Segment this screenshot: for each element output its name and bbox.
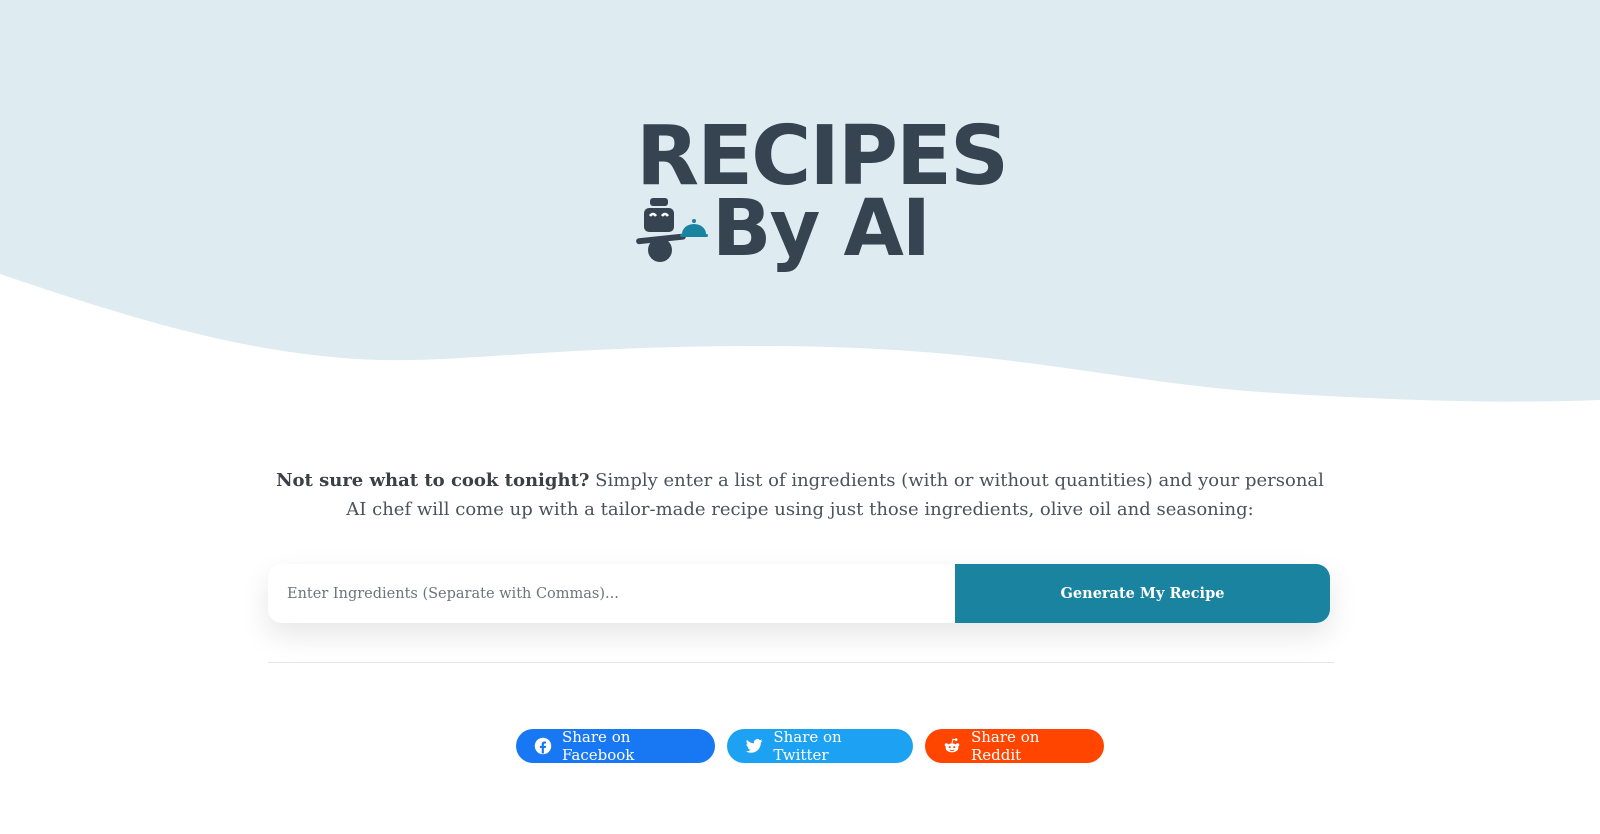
- generate-recipe-button[interactable]: Generate My Recipe: [955, 564, 1330, 623]
- hero-header: RECIPES By AI: [0, 0, 1600, 420]
- ingredients-input[interactable]: [268, 564, 955, 623]
- share-twitter-label: Share on Twitter: [773, 728, 842, 764]
- reddit-icon: [944, 738, 960, 753]
- share-reddit-label: Share on Reddit: [971, 728, 1040, 764]
- share-reddit-button[interactable]: Share on Reddit: [925, 728, 1104, 764]
- share-facebook-button[interactable]: Share on Facebook: [516, 728, 715, 764]
- site-logo[interactable]: RECIPES By AI: [636, 112, 1009, 282]
- share-twitter-button[interactable]: Share on Twitter: [727, 728, 913, 764]
- share-facebook-label: Share on Facebook: [562, 728, 635, 764]
- ingredients-form: Generate My Recipe: [268, 564, 1330, 623]
- facebook-icon: [534, 737, 552, 755]
- share-buttons: Share on Facebook Share on Twitter Share…: [516, 728, 1104, 764]
- section-divider: [268, 662, 1334, 663]
- intro-lead: Not sure what to cook tonight?: [276, 470, 590, 491]
- chef-robot-logo-icon: [636, 198, 708, 262]
- twitter-icon: [745, 739, 763, 753]
- intro-text: Not sure what to cook tonight? Simply en…: [270, 466, 1330, 524]
- logo-subtitle: By AI: [712, 184, 931, 274]
